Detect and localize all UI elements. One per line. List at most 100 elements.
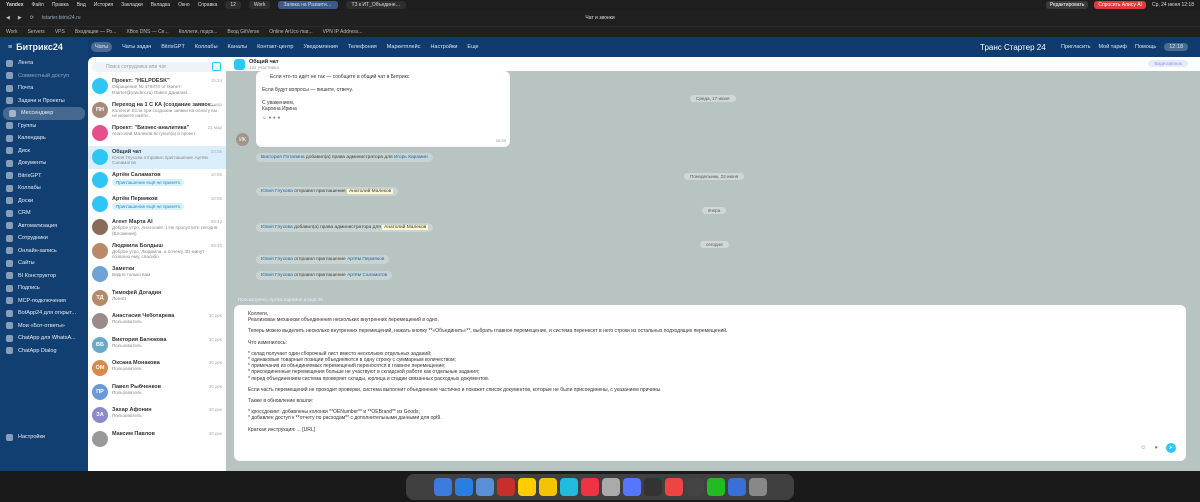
chat-list-item[interactable]: Проект: "Бизнес-аналитика" Анатолий Малек…: [88, 122, 226, 146]
dock-app-icon[interactable]: [517, 478, 536, 496]
sidebar-item[interactable]: Документы: [0, 157, 88, 170]
top-tab[interactable]: BitrixGPT: [161, 44, 185, 50]
dock-app-icon[interactable]: [685, 478, 704, 496]
tab-count[interactable]: 12: [225, 1, 241, 9]
sidebar-item[interactable]: Лента: [0, 57, 88, 70]
sidebar-item[interactable]: BI Конструктор: [0, 270, 88, 283]
chat-search-input[interactable]: Поиск сотрудника или чат: [92, 62, 222, 72]
menu-help[interactable]: Справка: [198, 2, 218, 8]
chat-list-item[interactable]: Анастасия Чеботарева Пользователь 30 дек: [88, 310, 226, 334]
sidebar-item[interactable]: Сотрудники: [0, 232, 88, 245]
chat-list-item[interactable]: Артём Пермяков Приглашение ещё не принято…: [88, 193, 226, 217]
top-tab[interactable]: Каналы: [228, 44, 248, 50]
bookmark-item[interactable]: Вход GitVerse: [227, 29, 259, 35]
sidebar-item[interactable]: MCP-подключения: [0, 295, 88, 308]
sidebar-item[interactable]: Совместный доступ: [0, 70, 88, 83]
chat-list-item[interactable]: Агент Марта AI Доброе утро, Анатолий! :) …: [88, 216, 226, 240]
invite-button[interactable]: Пригласить: [1061, 44, 1090, 50]
top-tab[interactable]: Коллабы: [195, 44, 218, 50]
message-input[interactable]: Коллеги, Реализован механизм объединения …: [234, 305, 1186, 461]
chat-list-item[interactable]: ТД Тимофей Догадин Логист: [88, 287, 226, 311]
dock-app-icon[interactable]: [622, 478, 641, 496]
bitrix-logo[interactable]: ≡ Битрикс24: [0, 37, 88, 57]
sidebar-item[interactable]: Группы: [0, 120, 88, 133]
sidebar-item[interactable]: Подпись: [0, 282, 88, 295]
chat-list-item[interactable]: Общий чат Юлия Глухова отправил приглашен…: [88, 145, 226, 169]
dock-app-icon[interactable]: [706, 478, 725, 496]
user-link[interactable]: Игорь Карамин: [394, 155, 428, 160]
user-mention[interactable]: Анатолий Малеков: [347, 189, 394, 194]
menu-file[interactable]: Файл: [32, 2, 44, 8]
top-tab[interactable]: Контакт-центр: [257, 44, 293, 50]
chat-avatar-icon[interactable]: [234, 58, 245, 70]
dock-app-icon[interactable]: [580, 478, 599, 496]
sidebar-item[interactable]: Мессенджер: [3, 107, 85, 120]
dock-app-icon[interactable]: [454, 478, 473, 496]
chat-list-item[interactable]: Максим Павлов 30 дек: [88, 428, 226, 452]
sidebar-item[interactable]: ChatApp Dialog: [0, 345, 88, 358]
chat-list-item[interactable]: ВБ Виктория Батюкова Пользователь 30 дек: [88, 334, 226, 358]
send-button[interactable]: ➤: [1166, 443, 1176, 453]
bookmark-item[interactable]: VPS: [55, 29, 65, 35]
browser-name[interactable]: Yandex: [6, 2, 24, 8]
help-button[interactable]: Помощь: [1135, 44, 1156, 50]
dock-app-icon[interactable]: [664, 478, 683, 496]
sidebar-item[interactable]: Задачи и Проекты: [0, 95, 88, 108]
dock-app-icon[interactable]: [433, 478, 452, 496]
browser-tab-request[interactable]: Заявка на Развитие ИТ: [278, 1, 339, 9]
top-tab[interactable]: Чаты: [91, 42, 113, 52]
sidebar-item[interactable]: Почта: [0, 82, 88, 95]
forward-icon[interactable]: ▶: [18, 15, 22, 21]
user-link[interactable]: Виктория Потапина: [261, 155, 305, 160]
top-tab[interactable]: Еще: [467, 44, 478, 50]
edit-button[interactable]: Редактировать: [1045, 1, 1089, 9]
mic-icon[interactable]: ●: [1154, 445, 1158, 451]
bookmark-item[interactable]: Work: [6, 29, 18, 35]
menu-history[interactable]: История: [94, 2, 113, 8]
bookmark-item[interactable]: Servers: [28, 29, 45, 35]
sidebar-item[interactable]: BotApp24 для открыт...: [0, 307, 88, 320]
dock-app-icon[interactable]: [601, 478, 620, 496]
sidebar-item[interactable]: Диск: [0, 145, 88, 158]
chat-list-item[interactable]: Артём Саламатов Приглашение ещё не принят…: [88, 169, 226, 193]
sidebar-item[interactable]: Сайты: [0, 257, 88, 270]
seen-by-hint[interactable]: Просмотрено: Артём Каримов и ещё 39: [238, 297, 323, 302]
sidebar-item[interactable]: Автоматизация: [0, 220, 88, 233]
top-tab[interactable]: Чаты задач: [122, 44, 151, 50]
dock-app-icon[interactable]: [559, 478, 578, 496]
bookmark-item[interactable]: VPN IP Address...: [323, 29, 363, 35]
dock-app-icon[interactable]: [475, 478, 494, 496]
author-avatar[interactable]: ИК: [236, 133, 249, 146]
chat-title[interactable]: Общий чат: [249, 59, 279, 65]
sidebar-item[interactable]: Коллабы: [0, 182, 88, 195]
browser-tab-work[interactable]: Work: [248, 1, 271, 9]
top-tab[interactable]: Уведомления: [303, 44, 337, 50]
chat-list-item[interactable]: Проект: "HELPDESK" Обращение № 479370 от …: [88, 75, 226, 99]
bookmark-item[interactable]: Online ArUco mar...: [269, 29, 312, 35]
reactions[interactable]: ☺ ● ● ●: [262, 115, 504, 122]
video-call-button[interactable]: Видеозвонок: [1148, 60, 1188, 67]
sidebar-item[interactable]: ChatApp для WhatsA...: [0, 332, 88, 345]
chat-list-item[interactable]: Людмила Болдыш Доброе утро, Людмила, а по…: [88, 240, 226, 264]
ask-alice-button[interactable]: Спросить Алису AI: [1094, 1, 1146, 9]
bookmark-item[interactable]: Входящие — Ро...: [75, 29, 117, 35]
tariff-button[interactable]: Мой тариф: [1099, 44, 1127, 50]
user-link[interactable]: Юлия Глухова: [261, 273, 293, 278]
dock-app-icon[interactable]: [727, 478, 746, 496]
browser-tab-spec[interactable]: ТЗ к ИТ_Объединение П: [346, 1, 407, 9]
dock-app-icon[interactable]: [643, 478, 662, 496]
menu-view[interactable]: Вид: [77, 2, 86, 8]
reload-icon[interactable]: ⟳: [30, 15, 34, 21]
dock-app-icon[interactable]: [538, 478, 557, 496]
user-link[interactable]: Артём Саламатов: [347, 273, 387, 278]
dock-app-icon[interactable]: [748, 478, 767, 496]
chat-list-item[interactable]: ПР Павел Рыбченков Пользователь 30 дек: [88, 381, 226, 405]
user-link[interactable]: Артём Пермяков: [347, 257, 384, 262]
bookmark-item[interactable]: Коллеги, подск...: [179, 29, 218, 35]
sidebar-item[interactable]: Доски: [0, 195, 88, 208]
address-bar[interactable]: tstarter.bitrix24.ru: [42, 15, 81, 21]
top-tab[interactable]: Маркетплейс: [387, 44, 421, 50]
chat-list-item[interactable]: ЗА Захар Афонин Пользователь 30 дек: [88, 404, 226, 428]
chat-list-item[interactable]: ПН Переход на 1 С КА (создание заявок... К…: [88, 99, 226, 123]
back-icon[interactable]: ◀: [6, 15, 10, 21]
